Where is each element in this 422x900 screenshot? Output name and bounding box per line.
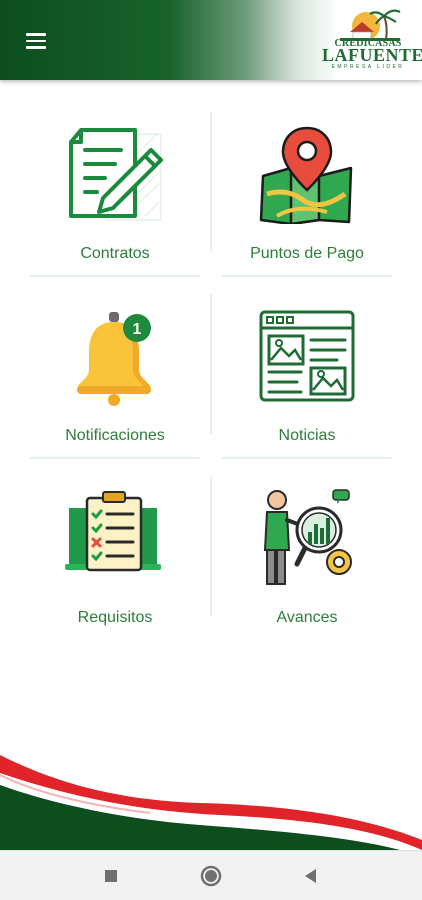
hamburger-menu-icon[interactable] bbox=[26, 33, 46, 49]
menu-item-notificaciones[interactable]: 1 Notificaciones bbox=[30, 294, 200, 459]
menu-item-contratos[interactable]: Contratos bbox=[30, 112, 200, 277]
news-webpage-icon bbox=[257, 306, 357, 406]
menu-item-label: Avances bbox=[276, 609, 338, 626]
triangle-back-icon[interactable] bbox=[298, 863, 324, 889]
menu-item-label: Requisitos bbox=[77, 609, 153, 626]
notification-badge: 1 bbox=[133, 321, 142, 338]
logo-line3: EMPRESA LIDER bbox=[331, 64, 405, 70]
menu-item-label: Puntos de Pago bbox=[250, 245, 364, 262]
map-location-pin-icon bbox=[257, 124, 357, 226]
menu-item-label: Noticias bbox=[278, 427, 336, 444]
menu-item-requisitos[interactable]: Requisitos bbox=[30, 476, 200, 641]
menu-item-label: Contratos bbox=[80, 245, 150, 262]
divider bbox=[210, 294, 212, 434]
decorative-wave bbox=[0, 755, 422, 850]
menu-item-puntos-de-pago[interactable]: Puntos de Pago bbox=[222, 112, 392, 277]
checklist-clipboard-icon bbox=[65, 488, 165, 588]
square-recents-icon[interactable] bbox=[98, 863, 124, 889]
progress-analytics-icon bbox=[257, 488, 357, 588]
menu-item-label: Notificaciones bbox=[65, 427, 165, 444]
divider bbox=[222, 457, 392, 459]
bell-notification-icon: 1 bbox=[65, 306, 165, 406]
menu-item-avances[interactable]: Avances bbox=[222, 476, 392, 641]
divider bbox=[30, 275, 200, 277]
divider bbox=[210, 476, 212, 616]
brand-logo: CREDICASAS LAFUENTE EMPRESA LIDER bbox=[320, 4, 422, 72]
menu-item-noticias[interactable]: Noticias bbox=[222, 294, 392, 459]
circle-home-icon[interactable] bbox=[198, 863, 224, 889]
app-bar: CREDICASAS LAFUENTE EMPRESA LIDER bbox=[0, 0, 422, 80]
divider bbox=[210, 112, 212, 252]
divider bbox=[222, 275, 392, 277]
logo-line2: LAFUENTE bbox=[322, 45, 422, 65]
divider bbox=[30, 457, 200, 459]
system-nav-bar bbox=[0, 850, 422, 900]
contract-document-icon bbox=[65, 124, 165, 224]
